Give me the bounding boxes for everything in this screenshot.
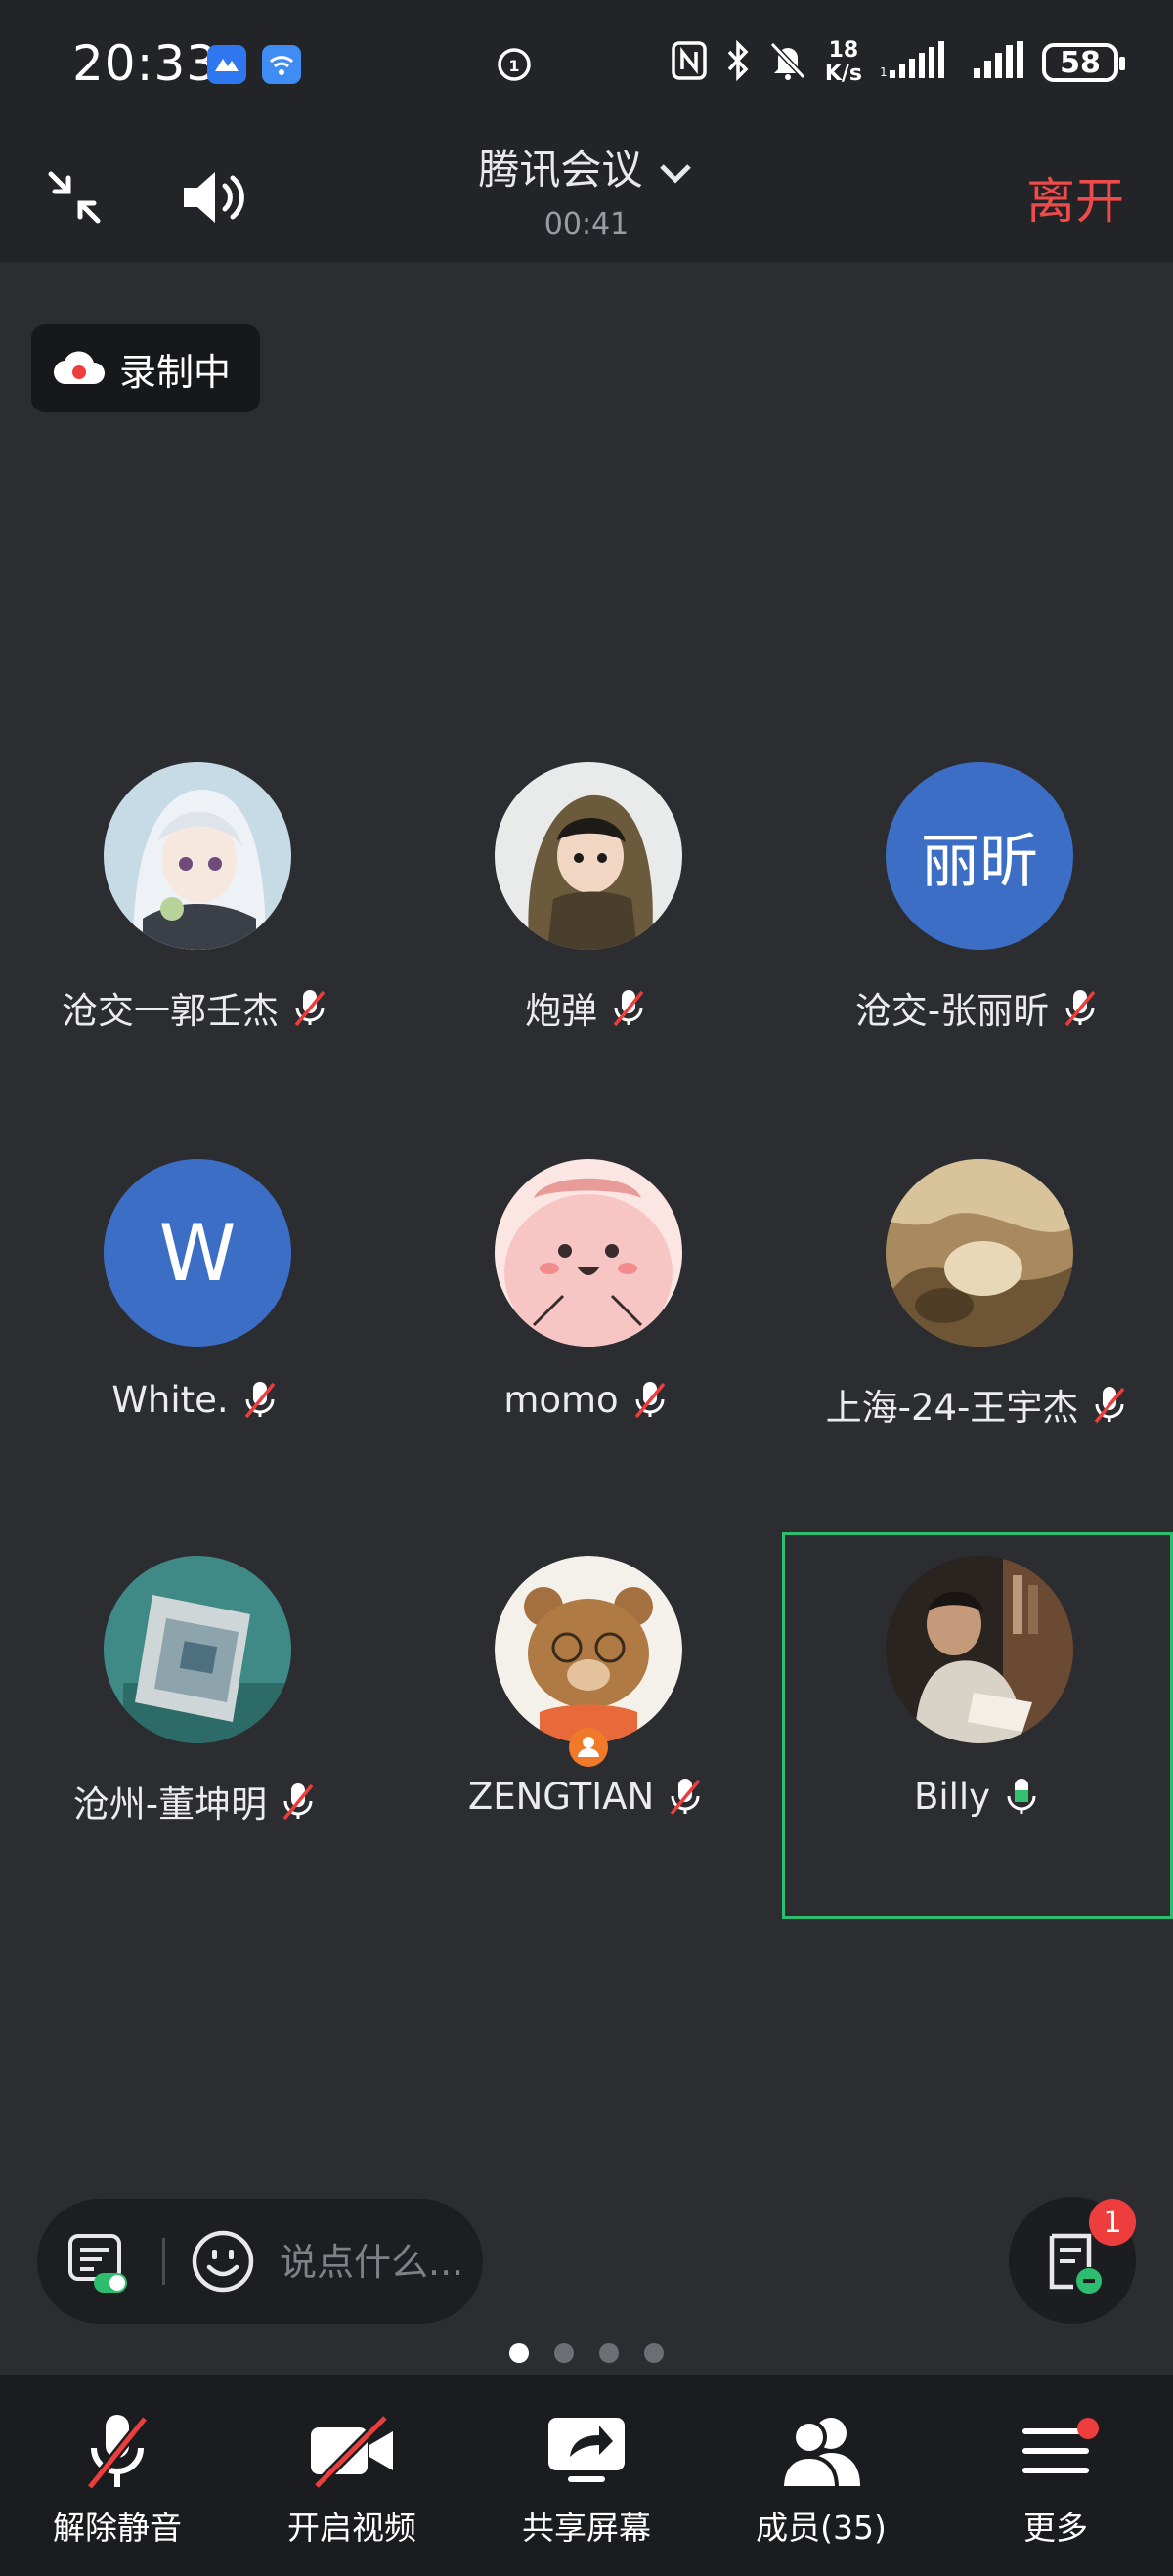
page-dot[interactable] — [554, 2343, 574, 2363]
more-label: 更多 — [1023, 2509, 1088, 2547]
mic-muted-icon — [1064, 990, 1096, 1027]
meeting-header: 腾讯会议 00:41 离开 — [0, 137, 1173, 262]
cloud-record-icon — [53, 351, 105, 385]
mic-muted-icon — [613, 990, 644, 1027]
data-saver-icon: 1 — [495, 45, 534, 88]
participant-tile[interactable]: 丽昕 沧交-张丽昕 — [782, 754, 1173, 1126]
mic-muted-icon — [294, 990, 326, 1027]
host-badge-icon — [569, 1728, 608, 1767]
unmute-button[interactable]: 解除静音 — [10, 2406, 225, 2553]
mic-muted-icon — [1095, 1387, 1125, 1424]
meeting-title: 腾讯会议 — [0, 137, 1173, 196]
app-notification-icon — [207, 45, 246, 84]
participant-tile[interactable]: ZENGTIAN — [391, 1548, 782, 1919]
chat-input[interactable] — [278, 2228, 473, 2297]
avatar: W — [104, 1159, 291, 1347]
page-dot[interactable] — [599, 2343, 619, 2363]
participant-name: 沧交一郭壬杰 — [62, 990, 279, 1032]
smile-icon — [192, 2230, 254, 2293]
wifi-app-icon — [262, 45, 301, 84]
battery-indicator: 58 — [1042, 43, 1125, 82]
members-label: 成员(35) — [756, 2509, 887, 2547]
svg-text:1: 1 — [880, 65, 888, 79]
avatar — [104, 1556, 291, 1743]
participant-tile[interactable]: 上海-24-王宇杰 — [782, 1151, 1173, 1523]
avatar — [495, 762, 682, 950]
participant-name: momo — [503, 1378, 619, 1421]
mic-muted-icon — [634, 1382, 666, 1419]
caption-button[interactable] — [66, 2232, 131, 2298]
leave-button[interactable]: 离开 — [1026, 162, 1124, 233]
chevron-down-icon — [659, 163, 691, 184]
participant-tile[interactable]: momo — [391, 1151, 782, 1523]
avatar — [886, 1159, 1073, 1347]
participant-tile[interactable]: 炮弹 — [391, 754, 782, 1126]
bluetooth-icon — [725, 39, 751, 85]
status-bar: 20:33 1 18 K/s 1 58 — [0, 0, 1173, 137]
start-video-button[interactable]: 开启视频 — [244, 2406, 459, 2553]
mic-muted-icon — [670, 1779, 701, 1816]
avatar — [495, 1159, 682, 1347]
participant-name: 沧交-张丽昕 — [854, 990, 1050, 1032]
share-screen-label: 共享屏幕 — [522, 2509, 651, 2547]
more-button[interactable]: 更多 — [948, 2406, 1163, 2553]
bottom-toolbar: 解除静音 开启视频 共享屏幕 成员(35) 更多 — [0, 2375, 1173, 2576]
share-screen-button[interactable]: 共享屏幕 — [479, 2406, 694, 2553]
bell-off-icon — [768, 40, 807, 85]
nfc-icon — [671, 40, 708, 85]
divider — [162, 2238, 165, 2285]
mic-muted-icon — [244, 1382, 276, 1419]
avatar-initials: W — [104, 1159, 291, 1347]
meeting-timer: 00:41 — [543, 207, 630, 241]
participant-tile[interactable]: Billy — [782, 1548, 1173, 1919]
signal-sim1-icon: 1 — [880, 41, 956, 84]
start-video-label: 开启视频 — [287, 2509, 416, 2547]
avatar-initials: 丽昕 — [886, 762, 1073, 950]
recording-badge[interactable]: 录制中 — [31, 324, 260, 412]
page-dot[interactable] — [509, 2343, 529, 2363]
mic-muted-icon — [282, 1783, 314, 1821]
participant-tile[interactable]: W White. — [0, 1151, 391, 1523]
share-screen-icon — [548, 2418, 625, 2482]
avatar: 丽昕 — [886, 762, 1073, 950]
mic-active-icon — [1007, 1779, 1036, 1814]
caption-icon — [68, 2234, 127, 2293]
emoji-button[interactable] — [190, 2228, 256, 2298]
chat-bar — [37, 2199, 483, 2324]
participant-name: ZENGTIAN — [467, 1775, 655, 1818]
avatar — [495, 1556, 682, 1767]
avatar — [886, 1556, 1073, 1743]
net-speed: 18 K/s — [824, 38, 862, 86]
members-icon — [779, 2418, 860, 2490]
avatar — [104, 762, 291, 950]
recording-label: 录制中 — [119, 350, 232, 394]
participant-name: Billy — [913, 1775, 991, 1818]
clock: 20:33 — [72, 35, 219, 92]
page-indicator — [0, 2343, 1173, 2363]
participant-name: 沧州-董坤明 — [72, 1783, 268, 1825]
svg-text:1: 1 — [508, 57, 519, 75]
page-dot[interactable] — [644, 2343, 664, 2363]
participant-name: 上海-24-王宇杰 — [825, 1387, 1079, 1429]
more-notification-dot — [1077, 2418, 1099, 2439]
video-off-icon — [311, 2414, 393, 2490]
participant-name: 炮弹 — [525, 990, 597, 1032]
mic-muted-icon — [86, 2415, 149, 2491]
signal-sim2-icon — [974, 41, 1024, 84]
members-button[interactable]: 成员(35) — [714, 2406, 929, 2553]
participant-tile[interactable]: 沧交一郭壬杰 — [0, 754, 391, 1126]
unmute-label: 解除静音 — [53, 2509, 182, 2547]
notes-badge: 1 — [1089, 2199, 1136, 2246]
participant-tile[interactable]: 沧州-董坤明 — [0, 1548, 391, 1919]
participant-name: White. — [111, 1378, 229, 1421]
